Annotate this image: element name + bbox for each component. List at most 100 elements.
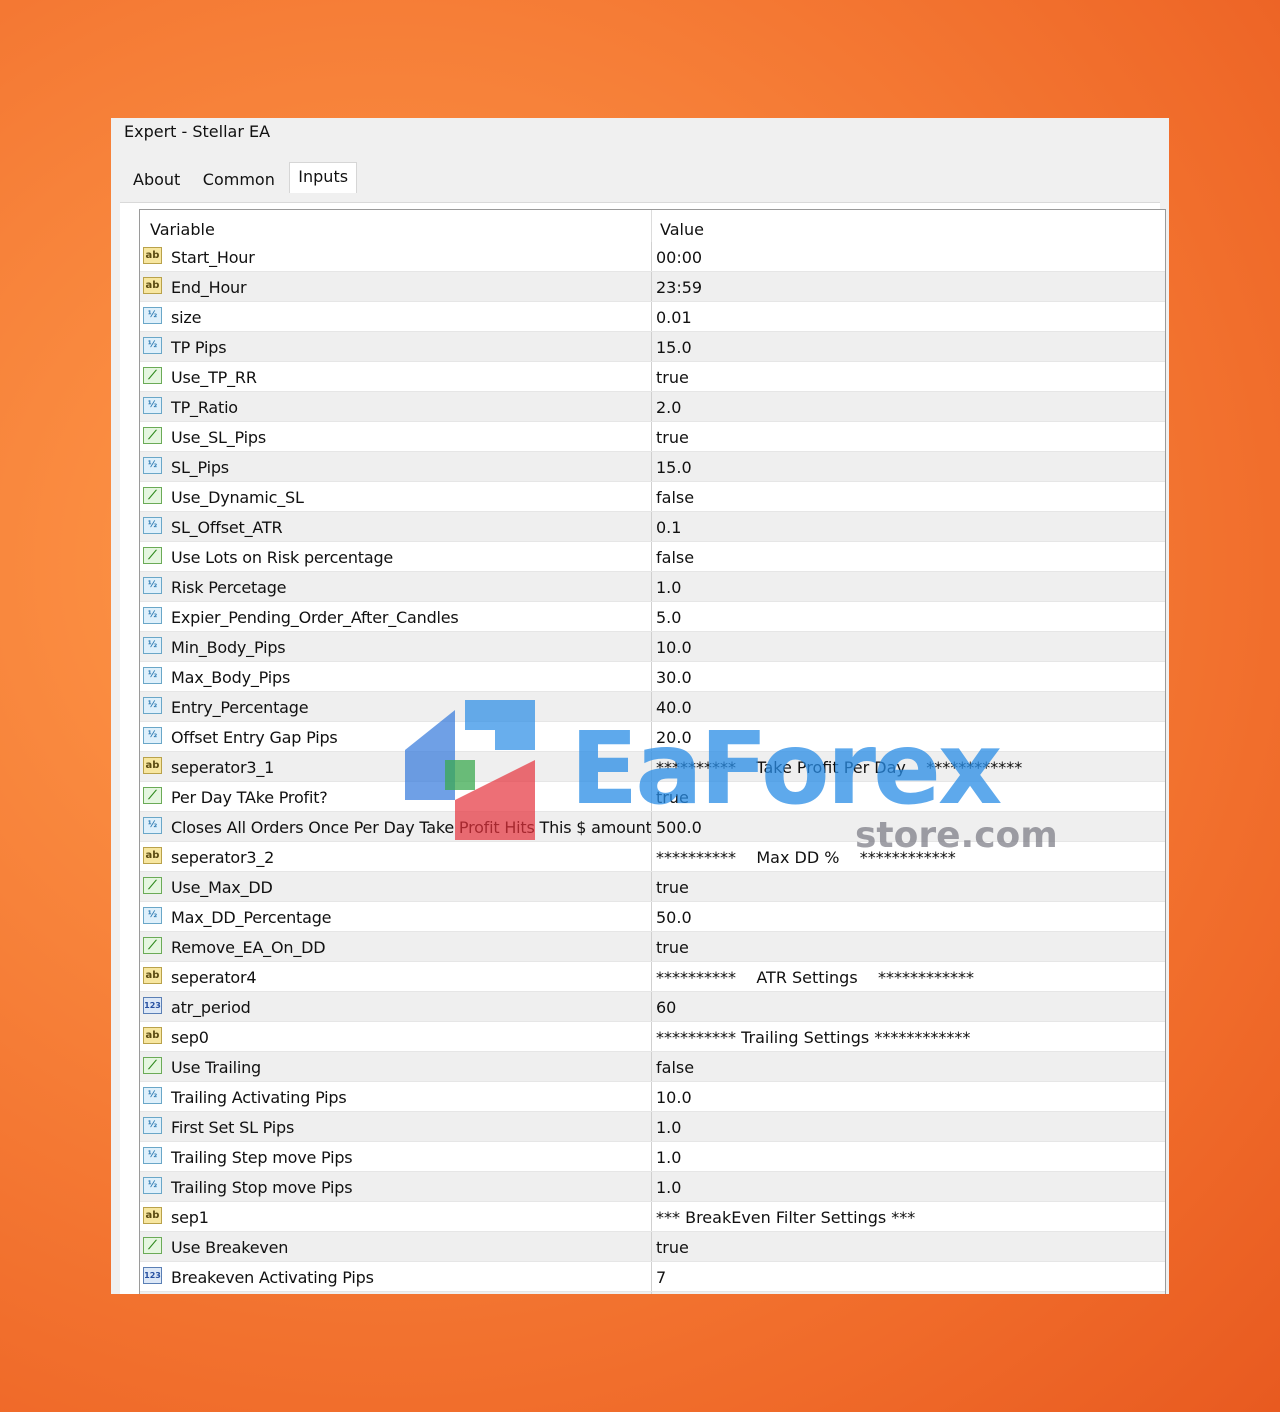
tab-bar: About Common Inputs [125,162,359,198]
table-row[interactable]: ab Start_Hour 00:00 [140,242,1165,272]
type-bool-icon: ⟋ [143,427,162,444]
variable-value[interactable]: 20.0 [656,728,692,747]
variable-value[interactable]: true [656,428,689,447]
variable-value[interactable]: 50.0 [656,908,692,927]
variable-value[interactable]: 10.0 [656,638,692,657]
variable-name: First Set SL Pips [171,1118,295,1137]
table-row[interactable]: ½ Closes All Orders Once Per Day Take Pro… [140,812,1165,842]
table-row[interactable]: ½ TP_Ratio 2.0 [140,392,1165,422]
table-row[interactable]: ½ SL_Pips 15.0 [140,452,1165,482]
type-ab-icon: ab [143,1027,162,1044]
variable-value[interactable]: 2.0 [656,398,681,417]
variable-value[interactable]: false [656,548,694,567]
table-row[interactable]: ½ Min_Body_Pips 10.0 [140,632,1165,662]
variable-value[interactable]: true [656,938,689,957]
variable-value[interactable]: 1.0 [656,1118,681,1137]
table-row[interactable]: ½ Trailing Step move Pips 1.0 [140,1142,1165,1172]
table-row[interactable]: ½ TP Pips 15.0 [140,332,1165,362]
variable-value[interactable]: false [656,488,694,507]
table-row[interactable]: ⟋ Use Lots on Risk percentage false [140,542,1165,572]
variable-value[interactable]: 40.0 [656,698,692,717]
inputs-grid: Variable Value ab Start_Hour 00:00 ab End_Ho… [139,209,1166,1294]
table-row[interactable]: ½ Trailing Stop move Pips 1.0 [140,1172,1165,1202]
table-row[interactable]: 123 Breakeven Activating Pips 7 [140,1262,1165,1292]
variable-value[interactable]: 0.01 [656,308,692,327]
variable-name: sep1 [171,1208,209,1227]
variable-value[interactable]: 15.0 [656,338,692,357]
table-row[interactable]: ½ Offset Entry Gap Pips 20.0 [140,722,1165,752]
variable-value[interactable]: true [656,878,689,897]
variable-name: size [171,308,202,327]
variable-name: atr_period [171,998,251,1017]
variable-name: Min_Body_Pips [171,638,286,657]
variable-value[interactable]: 30.0 [656,668,692,687]
variable-value[interactable]: 500.0 [656,818,702,837]
table-row[interactable]: ab sep1 *** BreakEven Filter Settings *** [140,1202,1165,1232]
table-row[interactable]: ⟋ Use_Max_DD true [140,872,1165,902]
table-row[interactable]: ab seperator4 ********** ATR Settings ****… [140,962,1165,992]
table-row[interactable]: 123Breakeven Set Pips1 [140,1292,1165,1294]
variable-value[interactable]: 60 [656,998,676,1017]
variable-name: Use Trailing [171,1058,262,1077]
variable-value[interactable]: ********** Max DD % ************ [656,848,956,867]
table-row[interactable]: ab seperator3_2 ********** Max DD % ******… [140,842,1165,872]
table-row[interactable]: ½ Entry_Percentage 40.0 [140,692,1165,722]
table-row[interactable]: ab End_Hour 23:59 [140,272,1165,302]
variable-value[interactable]: true [656,1238,689,1257]
type-dbl-icon: ½ [143,397,162,414]
variable-name: TP_Ratio [171,398,238,417]
variable-name: Use_TP_RR [171,368,257,387]
table-row[interactable]: ⟋ Per Day TAke Profit? true [140,782,1165,812]
table-row[interactable]: ½ size 0.01 [140,302,1165,332]
tab-inputs[interactable]: Inputs [289,162,358,193]
table-row[interactable]: ⟋ Use_TP_RR true [140,362,1165,392]
variable-value[interactable]: 00:00 [656,248,702,267]
variable-value[interactable]: 1.0 [656,1148,681,1167]
table-row[interactable]: ab seperator3_1 ********** Take Profit Per… [140,752,1165,782]
variable-name: Use Breakeven [171,1238,289,1257]
variable-value[interactable]: 1.0 [656,578,681,597]
variable-value[interactable]: false [656,1058,694,1077]
table-row[interactable]: ½ Risk Percetage 1.0 [140,572,1165,602]
variable-value[interactable]: true [656,788,689,807]
table-row[interactable]: ½ Expier_Pending_Order_After_Candles 5.0 [140,602,1165,632]
column-header-value[interactable]: Value [660,220,704,239]
variable-value[interactable]: 0.1 [656,518,681,537]
type-bool-icon: ⟋ [143,1057,162,1074]
type-ab-icon: ab [143,277,162,294]
table-row[interactable]: 123 atr_period 60 [140,992,1165,1022]
variable-value[interactable]: 5.0 [656,608,681,627]
table-row[interactable]: ⟋ Remove_EA_On_DD true [140,932,1165,962]
variable-name: End_Hour [171,278,247,297]
variable-value[interactable]: 7 [656,1268,666,1287]
variable-name: seperator4 [171,968,257,987]
variable-value[interactable]: ********** ATR Settings ************ [656,968,974,987]
column-header-variable[interactable]: Variable [150,220,215,239]
table-row[interactable]: ½ SL_Offset_ATR 0.1 [140,512,1165,542]
variable-value[interactable]: ********** Take Profit Per Day *********… [656,758,1022,777]
tab-about[interactable]: About [125,164,188,196]
table-row[interactable]: ⟋ Use Trailing false [140,1052,1165,1082]
variable-name: SL_Pips [171,458,229,477]
variable-name: SL_Offset_ATR [171,518,283,537]
variable-value[interactable]: 23:59 [656,278,702,297]
variable-value[interactable]: true [656,368,689,387]
variable-name: Start_Hour [171,248,255,267]
variable-value[interactable]: *** BreakEven Filter Settings *** [656,1208,915,1227]
table-row[interactable]: ⟋ Use_SL_Pips true [140,422,1165,452]
table-row[interactable]: ab sep0 ********** Trailing Settings *****… [140,1022,1165,1052]
table-row[interactable]: ⟋ Use Breakeven true [140,1232,1165,1262]
table-row[interactable]: ½ Max_Body_Pips 30.0 [140,662,1165,692]
type-dbl-icon: ½ [143,817,162,834]
table-row[interactable]: ½ Trailing Activating Pips 10.0 [140,1082,1165,1112]
tab-common[interactable]: Common [195,164,283,196]
variable-name: Use_SL_Pips [171,428,266,447]
variable-value[interactable]: 1.0 [656,1178,681,1197]
table-row[interactable]: ⟋ Use_Dynamic_SL false [140,482,1165,512]
variable-value[interactable]: 10.0 [656,1088,692,1107]
type-dbl-icon: ½ [143,907,162,924]
variable-value[interactable]: 15.0 [656,458,692,477]
table-row[interactable]: ½ First Set SL Pips 1.0 [140,1112,1165,1142]
variable-value[interactable]: ********** Trailing Settings ***********… [656,1028,970,1047]
table-row[interactable]: ½ Max_DD_Percentage 50.0 [140,902,1165,932]
